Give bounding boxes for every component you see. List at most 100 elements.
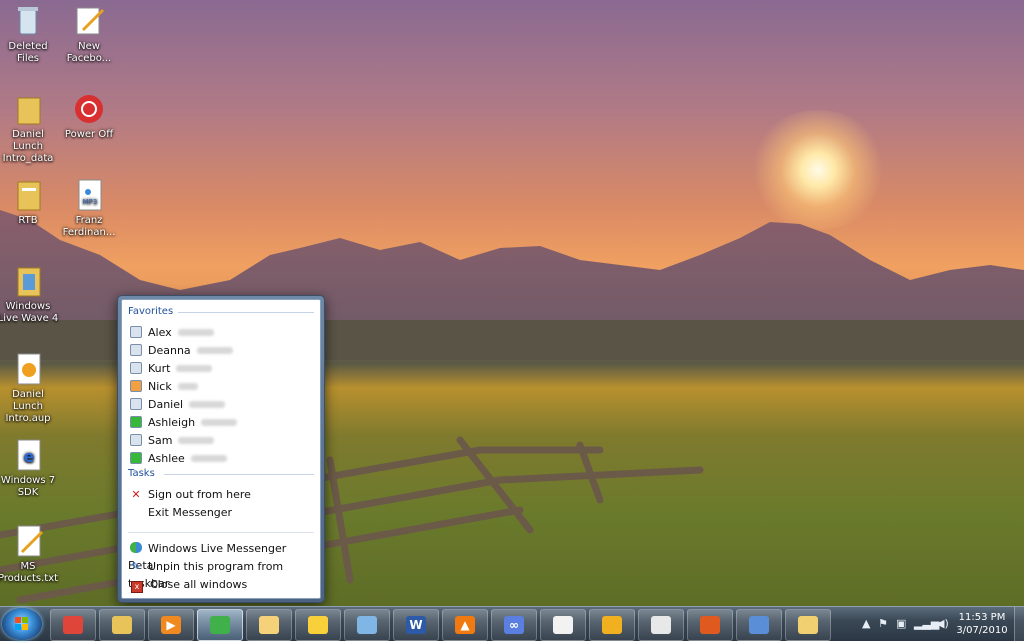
taskbar-button-office[interactable] xyxy=(687,609,733,641)
pinned-item-label: Close all windows xyxy=(150,578,248,591)
sign-out-task[interactable]: ✕ Sign out from here xyxy=(128,486,314,503)
taskbar: ▶ W ▲ ∞ ▲ ⚑ ▣ ▂▃▅ ◀) 11:53 PM 3/07/2010 xyxy=(0,606,1024,641)
power-off-icon[interactable]: Power Off xyxy=(57,92,121,141)
favorite-contact-item[interactable]: Ashleigh xyxy=(128,414,314,431)
task-label: Sign out from here xyxy=(148,488,251,501)
contact-surname-blurred xyxy=(201,419,238,426)
exit-messenger-task[interactable]: Exit Messenger xyxy=(128,504,314,521)
chrome-icon xyxy=(63,616,83,634)
windows-logo-icon xyxy=(15,617,28,630)
favorite-contact-item[interactable]: Nick xyxy=(128,378,314,395)
show-desktop-button[interactable] xyxy=(1014,607,1024,641)
contact-status-icon xyxy=(130,416,142,428)
favorite-contact-item[interactable]: Kurt xyxy=(128,360,314,377)
favorite-contact-item[interactable]: Ashlee xyxy=(128,450,314,467)
explorer-icon xyxy=(112,616,132,634)
word-icon: W xyxy=(406,616,426,634)
contact-status-icon xyxy=(130,452,142,464)
contact-surname-blurred xyxy=(189,401,226,408)
favorite-contact-item[interactable]: Daniel xyxy=(128,396,314,413)
contact-name: Daniel xyxy=(148,398,184,411)
contact-name: Kurt xyxy=(148,362,171,375)
taskbar-button-outlook[interactable] xyxy=(246,609,292,641)
start-button[interactable] xyxy=(2,608,42,640)
notepad-icon xyxy=(553,616,573,634)
taskbar-button-audacity[interactable] xyxy=(589,609,635,641)
contact-surname-blurred xyxy=(190,455,227,462)
taskbar-button-folder-window[interactable] xyxy=(785,609,831,641)
volume-icon[interactable]: ◀) xyxy=(936,617,949,630)
close-all-windows-item[interactable]: x Close all windows xyxy=(128,576,314,593)
favorite-contact-item[interactable]: Sam xyxy=(128,432,314,449)
rtb-folder-icon[interactable]: RTB xyxy=(0,178,60,227)
contact-status-icon xyxy=(130,344,142,356)
system-clock[interactable]: 11:53 PM 3/07/2010 xyxy=(954,611,1010,637)
contact-name: Deanna xyxy=(148,344,191,357)
taskbar-button-notepad[interactable] xyxy=(540,609,586,641)
show-hidden-icons-icon[interactable]: ▲ xyxy=(862,617,870,630)
taskbar-button-messenger[interactable] xyxy=(197,609,243,641)
desktop-icon-label: Daniel Lunch Intro.aup xyxy=(5,389,51,424)
action-center-flag-icon[interactable]: ⚑ xyxy=(878,617,888,630)
contact-surname-blurred xyxy=(177,329,214,336)
outlook-icon xyxy=(259,616,279,634)
taskbar-button-vlc[interactable]: ▲ xyxy=(442,609,488,641)
taskbar-button-chrome[interactable] xyxy=(50,609,96,641)
desktop-icon-label: RTB xyxy=(18,215,38,226)
audacity-project-icon[interactable]: Daniel Lunch Intro.aup xyxy=(0,352,60,425)
taskbar-button-paint[interactable] xyxy=(638,609,684,641)
messenger-jump-list: Favorites Alex Deanna Kurt Nick Daniel A… xyxy=(117,295,325,603)
vlc-icon: ▲ xyxy=(455,616,475,634)
contact-name: Ashlee xyxy=(148,452,185,465)
mp3-badge: MP3 xyxy=(83,198,98,206)
favorite-contact-item[interactable]: Alex xyxy=(128,324,314,341)
infinity-app-icon: ∞ xyxy=(504,616,524,634)
contact-name: Nick xyxy=(148,380,172,393)
unpin-item[interactable]: ✎ Unpin this program from taskbar xyxy=(128,558,314,590)
taskbar-button-thunderbird[interactable] xyxy=(295,609,341,641)
new-facebook-note-icon[interactable]: New Facebo... xyxy=(57,4,121,65)
taskbar-button-word[interactable]: W xyxy=(393,609,439,641)
taskbar-button-remote-desktop[interactable] xyxy=(344,609,390,641)
office-icon xyxy=(700,616,720,634)
tasks-header: Tasks xyxy=(128,468,314,479)
taskbar-button-media-player[interactable]: ▶ xyxy=(148,609,194,641)
device-icon[interactable]: ▣ xyxy=(896,617,906,630)
folder-icon[interactable]: Daniel Lunch Intro_data xyxy=(0,92,60,165)
clock-time: 11:53 PM xyxy=(958,612,1006,623)
text-file-icon[interactable]: MS Products.txt xyxy=(0,524,60,585)
task-label: Exit Messenger xyxy=(148,506,233,519)
contact-status-icon xyxy=(130,326,142,338)
desktop-icon-label: Windows Live Wave 4 xyxy=(0,301,59,324)
unpin-icon: ✎ xyxy=(131,560,141,573)
windows-live-wave-icon[interactable]: Windows Live Wave 4 xyxy=(0,264,60,325)
desktop-icon-label: Franz Ferdinan... xyxy=(62,215,116,238)
windows-sdk-icon[interactable]: e Windows 7 SDK xyxy=(0,438,60,499)
messenger-app-item[interactable]: Windows Live Messenger Beta xyxy=(128,540,314,572)
contact-surname-blurred xyxy=(176,365,213,372)
taskbar-button-infinity-app[interactable]: ∞ xyxy=(491,609,537,641)
favorite-contact-item[interactable]: Deanna xyxy=(128,342,314,359)
red-x-icon: ✕ xyxy=(131,488,141,501)
desktop-icon-label: MS Products.txt xyxy=(0,561,59,584)
favorites-header-label: Favorites xyxy=(128,306,174,317)
taskbar-button-explorer[interactable] xyxy=(99,609,145,641)
contact-status-icon xyxy=(130,380,142,392)
desktop-icon-label: Deleted Files xyxy=(8,41,48,64)
media-player-icon: ▶ xyxy=(161,616,181,634)
svg-text:e: e xyxy=(24,447,35,466)
deleted-files-icon[interactable]: Deleted Files xyxy=(0,4,60,65)
close-window-icon: x xyxy=(131,581,143,593)
jump-list-divider xyxy=(128,532,314,533)
favorites-header: Favorites xyxy=(128,306,314,317)
contact-status-icon xyxy=(130,398,142,410)
desktop-icon-label: New Facebo... xyxy=(66,41,112,64)
paint-icon xyxy=(651,616,671,634)
contact-name: Sam xyxy=(148,434,173,447)
mp3-file-icon[interactable]: MP3 Franz Ferdinan... xyxy=(57,178,121,239)
tasks-header-label: Tasks xyxy=(128,468,155,479)
messenger-icon xyxy=(130,542,142,553)
taskbar-button-visual-studio[interactable] xyxy=(736,609,782,641)
remote-desktop-icon xyxy=(357,616,377,634)
thunderbird-icon xyxy=(308,616,328,634)
